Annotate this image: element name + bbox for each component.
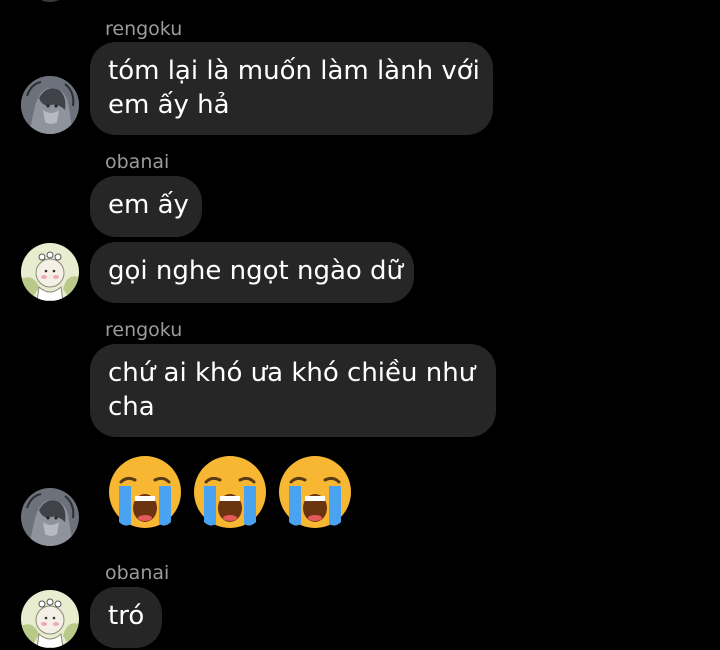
message-text: em ấy <box>108 190 189 220</box>
obanai-avatar[interactable] <box>21 243 79 301</box>
avatar-image <box>21 76 79 134</box>
message-text: chứ ai khó ưa khó chiều như <box>108 358 476 388</box>
rengoku-avatar[interactable] <box>21 76 79 134</box>
sender-name: obanai <box>105 151 170 173</box>
message-bubble[interactable]: em ấy <box>90 176 202 237</box>
rengoku-avatar[interactable] <box>21 488 79 546</box>
message-text: gọi nghe ngọt ngào dữ <box>108 256 404 286</box>
sender-name: rengoku <box>105 18 183 40</box>
avatar-image <box>21 590 79 648</box>
loudly-crying-face-icon <box>279 456 351 528</box>
avatar-partial <box>35 0 65 2</box>
emoji-message[interactable] <box>105 452 355 532</box>
sender-name: rengoku <box>105 319 183 341</box>
avatar-image <box>21 243 79 301</box>
loudly-crying-face-icon <box>109 456 181 528</box>
message-bubble[interactable]: gọi nghe ngọt ngào dữ <box>90 242 414 303</box>
message-bubble[interactable]: tró <box>90 587 162 648</box>
loudly-crying-face-icon <box>194 456 266 528</box>
avatar-image <box>21 488 79 546</box>
message-bubble[interactable]: chứ ai khó ưa khó chiều như cha <box>90 344 496 437</box>
message-bubble[interactable]: tóm lại là muốn làm lành với em ấy hả <box>90 42 493 135</box>
message-text: tóm lại là muốn làm lành với <box>108 56 480 86</box>
message-text: cha <box>108 392 155 422</box>
obanai-avatar[interactable] <box>21 590 79 648</box>
message-text: tró <box>108 601 145 631</box>
chat-thread: rengoku tóm lại là muốn làm lành với em … <box>0 0 720 650</box>
message-text: em ấy hả <box>108 90 230 120</box>
sender-name: obanai <box>105 562 170 584</box>
